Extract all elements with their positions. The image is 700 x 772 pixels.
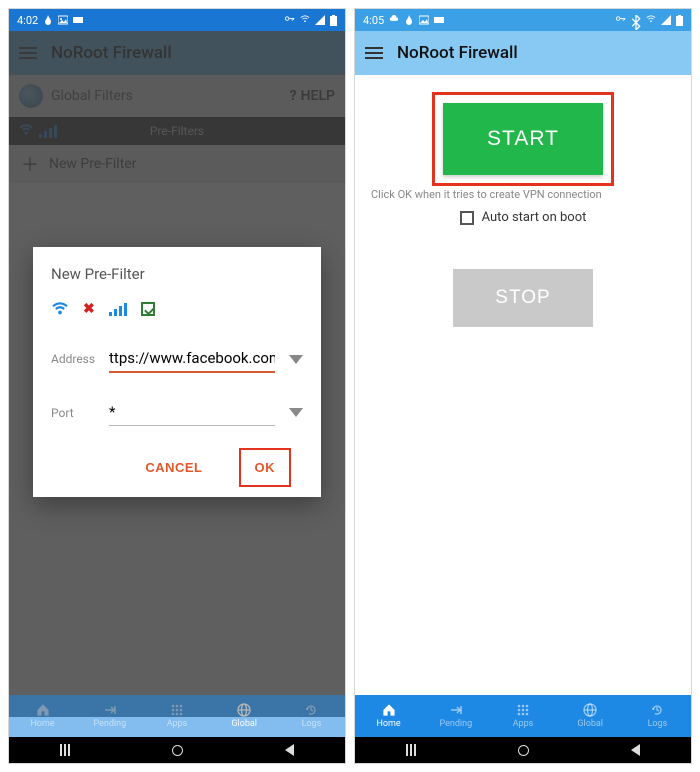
nav-label: Apps [513,719,534,729]
autostart-row[interactable]: Auto start on boot [371,210,675,225]
battery-icon [330,15,337,26]
nav-label: Home [376,719,400,729]
x-icon[interactable]: ✖ [83,301,95,317]
ok-button[interactable]: OK [243,452,288,483]
main-content: START Click OK when it tries to create V… [355,75,691,327]
nav-pending[interactable]: Pending [422,695,489,737]
nav-label: Logs [302,719,322,729]
android-nav [9,737,345,763]
nav-global[interactable]: Global [557,695,624,737]
badge-icon [434,15,444,25]
hamburger-icon[interactable] [365,47,383,59]
cancel-button[interactable]: CANCEL [133,452,214,483]
grid-icon [169,703,185,717]
wifi-icon [300,15,310,25]
nav-label: Logs [648,719,668,729]
globe-icon [236,703,252,717]
home-icon [35,703,51,717]
clock: 4:02 [17,14,38,27]
port-input[interactable] [109,399,275,426]
signal-icon [315,15,325,25]
autostart-checkbox[interactable] [460,211,474,225]
port-label: Port [51,406,99,420]
bluetooth-icon [631,15,641,25]
new-prefilter-dialog: New Pre-Filter ✖ Address Port CANCEL O [33,247,321,497]
flame-icon [404,15,414,25]
picture-icon [58,15,68,25]
flame-icon [43,15,53,25]
android-nav [355,737,691,763]
phone-right: 4:05 NoRoot Firewall START Click OK when… [354,8,692,764]
check-icon[interactable] [141,302,155,316]
address-label: Address [51,352,99,366]
recent-apps-button[interactable] [406,744,416,756]
history-icon [649,703,665,717]
home-button[interactable] [518,745,529,756]
key-icon [285,15,295,25]
nav-apps[interactable]: Apps [489,695,556,737]
nav-label: Home [30,719,54,729]
stop-button[interactable]: STOP [453,269,592,327]
bars-icon[interactable] [109,302,127,316]
address-field: Address [51,345,303,373]
arrow-icon [102,703,118,717]
address-input[interactable] [109,345,275,373]
nav-home[interactable]: Home [355,695,422,737]
dialog-actions: CANCEL OK [51,452,303,483]
battery-icon [676,15,683,26]
badge-icon [73,15,83,25]
wifi-icon[interactable] [51,302,69,316]
app-title: NoRoot Firewall [397,43,518,63]
home-icon [381,703,397,717]
nav-label: Pending [93,719,126,729]
dialog-title: New Pre-Filter [51,265,303,283]
wifi-icon [646,15,656,25]
cloud-icon [389,15,399,25]
back-button[interactable] [285,744,294,756]
vpn-hint: Click OK when it tries to create VPN con… [371,187,675,202]
nav-apps[interactable]: Apps [143,695,210,737]
bottom-nav: Home Pending Apps Global Logs [355,695,691,737]
nav-logs[interactable]: Logs [624,695,691,737]
chevron-down-icon[interactable] [289,408,303,417]
start-button[interactable]: START [443,103,603,175]
grid-icon [515,703,531,717]
dialog-icon-row: ✖ [51,301,303,317]
nav-label: Pending [439,719,472,729]
clock: 4:05 [363,14,384,27]
key-icon [616,15,626,25]
nav-global[interactable]: Global [211,695,278,737]
status-bar: 4:02 [9,9,345,31]
status-bar: 4:05 [355,9,691,31]
nav-home[interactable]: Home [9,695,76,737]
app-bar: NoRoot Firewall [355,31,691,75]
signal-icon [661,15,671,25]
arrow-icon [448,703,464,717]
chevron-down-icon[interactable] [289,355,303,364]
nav-label: Global [231,719,257,729]
nav-logs[interactable]: Logs [278,695,345,737]
nav-pending[interactable]: Pending [76,695,143,737]
autostart-label: Auto start on boot [482,210,587,225]
bottom-nav: Home Pending Apps Global Logs [9,695,345,737]
recent-apps-button[interactable] [60,744,70,756]
nav-label: Apps [167,719,188,729]
picture-icon [419,15,429,25]
nav-label: Global [577,719,603,729]
back-button[interactable] [631,744,640,756]
globe-icon [582,703,598,717]
history-icon [303,703,319,717]
home-button[interactable] [172,745,183,756]
phone-left: 4:02 NoR [8,8,346,764]
port-field: Port [51,399,303,426]
